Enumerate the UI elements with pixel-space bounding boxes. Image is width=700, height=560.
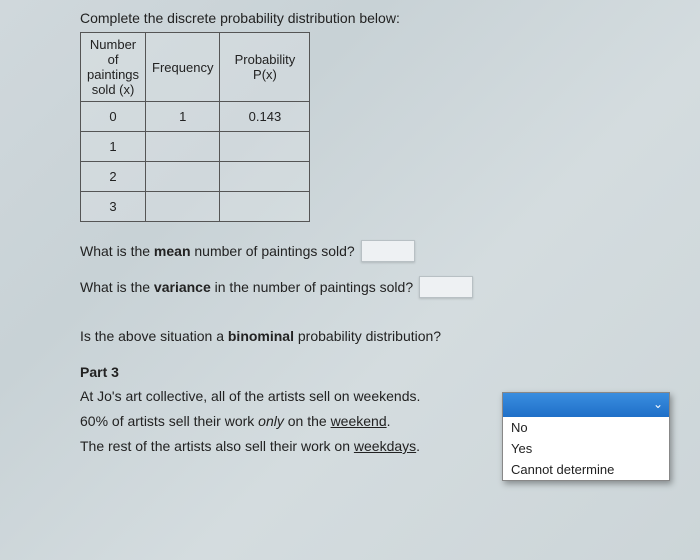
q-bin-pre: Is the above situation a [80, 328, 228, 344]
cell-frequency[interactable] [146, 192, 220, 222]
table-row: 0 1 0.143 [81, 102, 310, 132]
table-row: 3 [81, 192, 310, 222]
q-mean-pre: What is the [80, 243, 154, 259]
dropdown-selected[interactable]: ⌄ [503, 393, 669, 417]
q-var-post: in the number of paintings sold? [211, 279, 413, 295]
table-row: 1 [81, 132, 310, 162]
cell-probability[interactable] [220, 132, 310, 162]
cell-probability[interactable]: 0.143 [220, 102, 310, 132]
instruction-text: Complete the discrete probability distri… [80, 10, 672, 26]
part3-line2-italic: only [258, 413, 284, 429]
cell-x: 0 [81, 102, 146, 132]
q-var-bold: variance [154, 279, 211, 295]
q-var-pre: What is the [80, 279, 154, 295]
dropdown-option-no[interactable]: No [503, 417, 669, 438]
binomial-dropdown[interactable]: ⌄ No Yes Cannot determine [502, 392, 670, 481]
mean-input[interactable] [361, 240, 415, 262]
part3-line3-underline: weekdays [354, 438, 416, 454]
table-row: 2 [81, 162, 310, 192]
q-bin-bold: binominal [228, 328, 294, 344]
part3-line2-a: 60% of artists sell their work [80, 413, 258, 429]
variance-input[interactable] [419, 276, 473, 298]
question-mean: What is the mean number of paintings sol… [80, 240, 672, 262]
part3-line3-a: The rest of the artists also sell their … [80, 438, 354, 454]
cell-x: 3 [81, 192, 146, 222]
col-header-frequency: Frequency [146, 33, 220, 102]
cell-x: 2 [81, 162, 146, 192]
cell-frequency[interactable]: 1 [146, 102, 220, 132]
col-header-x: Number of paintings sold (x) [81, 33, 146, 102]
cell-frequency[interactable] [146, 162, 220, 192]
q-mean-bold: mean [154, 243, 191, 259]
part3-heading: Part 3 [80, 364, 672, 380]
probability-table: Number of paintings sold (x) Frequency P… [80, 32, 310, 222]
dropdown-option-cannot-determine[interactable]: Cannot determine [503, 459, 669, 480]
dropdown-option-yes[interactable]: Yes [503, 438, 669, 459]
part3-line2-underline: weekend [331, 413, 387, 429]
cell-x: 1 [81, 132, 146, 162]
col-header-probability: Probability P(x) [220, 33, 310, 102]
part3-line2-b: on the [284, 413, 331, 429]
question-binomial: Is the above situation a binominal proba… [80, 328, 672, 344]
question-variance: What is the variance in the number of pa… [80, 276, 672, 298]
cell-frequency[interactable] [146, 132, 220, 162]
q-mean-post: number of paintings sold? [191, 243, 355, 259]
cell-probability[interactable] [220, 192, 310, 222]
part3-line2-c: . [387, 413, 391, 429]
cell-probability[interactable] [220, 162, 310, 192]
chevron-down-icon: ⌄ [653, 397, 663, 411]
part3-line3-b: . [416, 438, 420, 454]
q-bin-post: probability distribution? [294, 328, 441, 344]
